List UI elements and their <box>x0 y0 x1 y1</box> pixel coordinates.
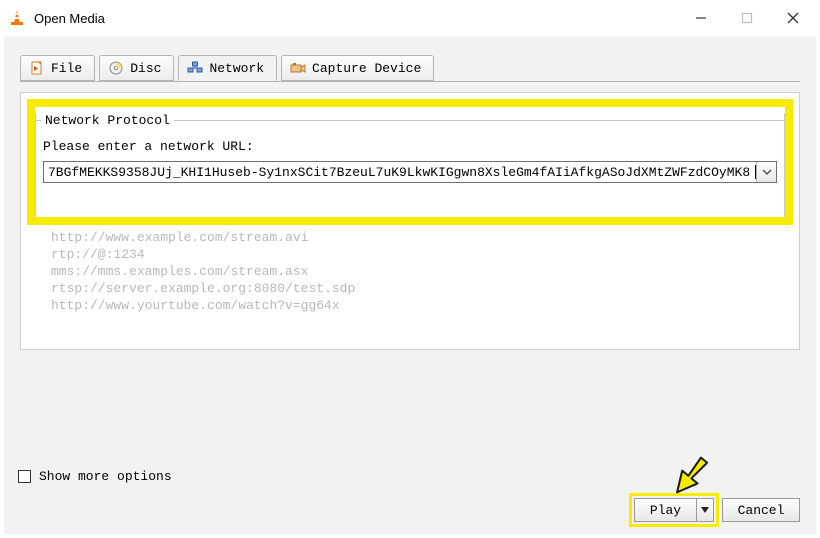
cancel-button[interactable]: Cancel <box>722 498 800 522</box>
url-example-line: mms://mms.examples.com/stream.asx <box>51 263 355 280</box>
play-split-button: Play <box>634 498 714 522</box>
network-url-combo[interactable] <box>43 161 777 183</box>
tab-content-panel: Network Protocol Please enter a network … <box>20 92 800 350</box>
window-controls <box>678 3 816 33</box>
tab-capture-label: Capture Device <box>312 61 421 76</box>
show-more-options-label: Show more options <box>39 469 172 484</box>
chevron-down-icon <box>762 167 772 177</box>
network-protocol-group: Network Protocol Please enter a network … <box>35 107 785 217</box>
dialog-button-row: Play Cancel <box>634 498 800 522</box>
url-example-line: rtp://@:1234 <box>51 246 355 263</box>
group-legend: Network Protocol <box>41 113 174 128</box>
disc-icon <box>108 60 124 76</box>
play-button-label: Play <box>650 503 681 518</box>
tab-capture[interactable]: Capture Device <box>281 55 434 81</box>
url-example-line: http://www.example.com/stream.avi <box>51 229 355 246</box>
tab-network-label: Network <box>209 61 264 76</box>
group-legend-row: Network Protocol <box>35 113 785 128</box>
tab-network[interactable]: Network <box>178 55 277 81</box>
titlebar: Open Media <box>0 0 820 36</box>
play-button[interactable]: Play <box>634 498 696 522</box>
checkbox-box <box>18 470 31 483</box>
url-dropdown-button[interactable] <box>756 162 776 182</box>
maximize-button[interactable] <box>724 3 770 33</box>
network-url-input[interactable] <box>44 162 755 182</box>
show-more-options-checkbox[interactable]: Show more options <box>18 469 172 484</box>
dialog-client-area: File Disc Network Capture Device <box>3 36 817 535</box>
network-icon <box>187 60 203 76</box>
tabstrip: File Disc Network Capture Device <box>20 55 434 81</box>
tabstrip-underline <box>20 81 800 82</box>
minimize-button[interactable] <box>678 3 724 33</box>
capture-icon <box>290 60 306 76</box>
cancel-button-label: Cancel <box>738 503 785 518</box>
url-prompt-label: Please enter a network URL: <box>43 139 254 154</box>
play-dropdown-button[interactable] <box>696 498 714 522</box>
caret-down-icon <box>701 506 709 514</box>
annotation-arrow-icon <box>664 450 714 500</box>
window-title: Open Media <box>34 11 105 26</box>
url-example-line: rtsp://server.example.org:8080/test.sdp <box>51 280 355 297</box>
tab-file[interactable]: File <box>20 55 95 81</box>
tab-file-label: File <box>51 61 82 76</box>
tab-disc-label: Disc <box>130 61 161 76</box>
tab-disc[interactable]: Disc <box>99 55 174 81</box>
close-button[interactable] <box>770 3 816 33</box>
url-example-line: http://www.yourtube.com/watch?v=gg64x <box>51 297 355 314</box>
vlc-cone-icon <box>8 9 26 27</box>
url-examples: http://www.example.com/stream.avi rtp://… <box>51 229 355 314</box>
file-icon <box>29 60 45 76</box>
